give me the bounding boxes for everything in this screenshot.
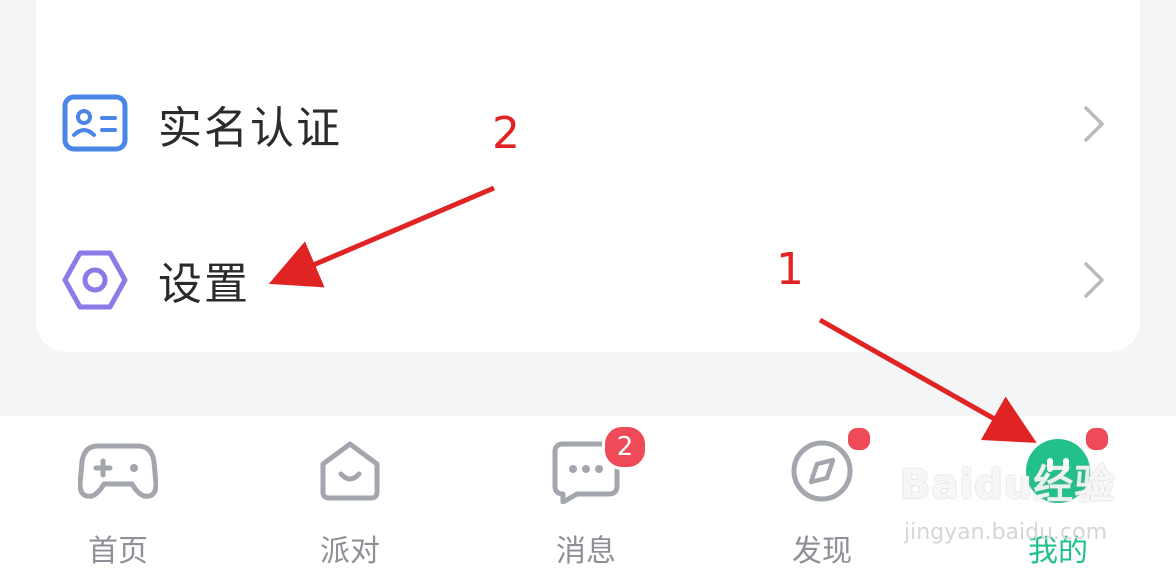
- annotation-step-2: 2: [492, 108, 520, 159]
- annotation-step-1: 1: [776, 244, 804, 295]
- baidu-watermark-url: jingyan.baidu.com: [904, 520, 1108, 545]
- arrow-to-settings: [268, 185, 495, 288]
- baidu-watermark: Baidu经验: [900, 462, 1116, 508]
- arrow-to-me-tab: [818, 317, 1037, 443]
